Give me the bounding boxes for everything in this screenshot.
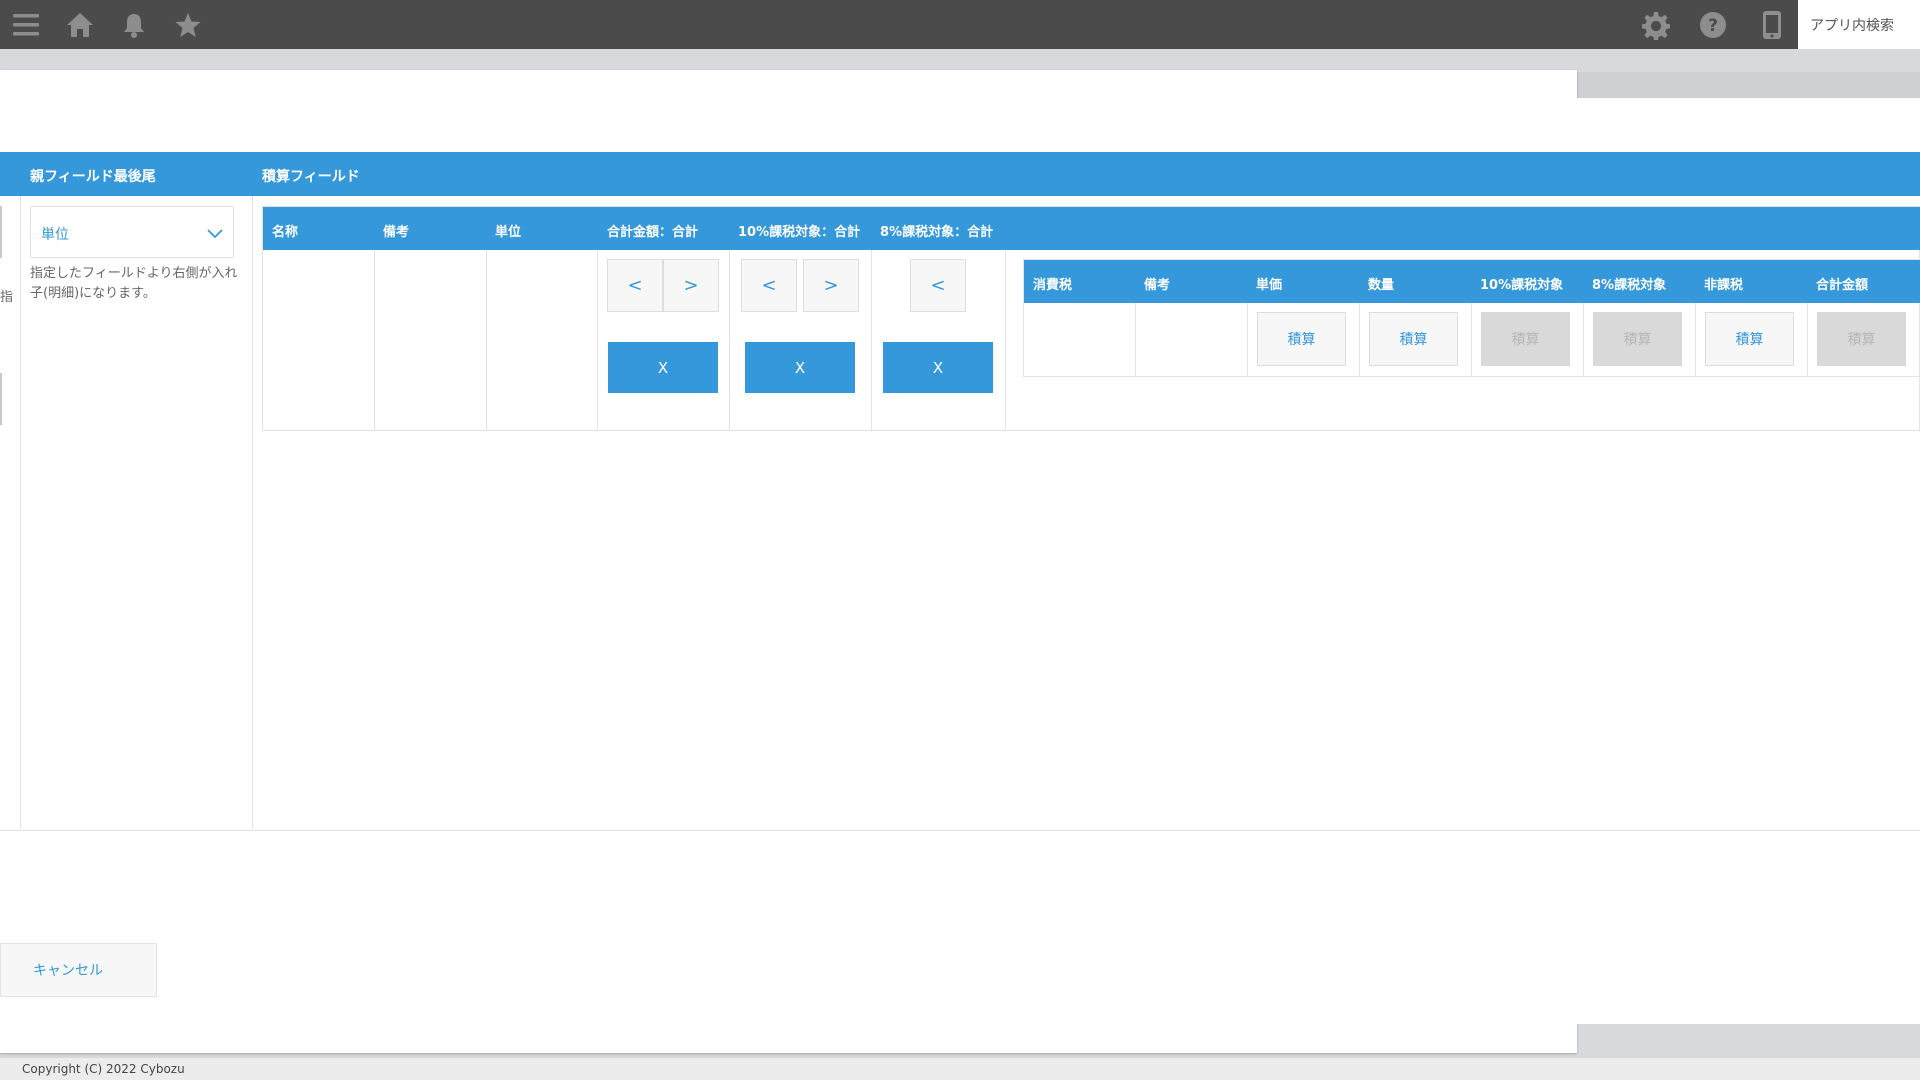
top-navigation-bar: ?	[0, 0, 1920, 49]
column-divider	[486, 250, 487, 430]
column-divider	[1807, 303, 1808, 376]
move-left-button[interactable]: <	[607, 259, 663, 312]
help-icon[interactable]: ?	[1695, 7, 1731, 43]
column-divider	[1471, 303, 1472, 376]
column-header: 備考	[1144, 278, 1171, 293]
column-header: 単価	[1256, 278, 1283, 293]
column-header: 数量	[1368, 278, 1395, 293]
column-header: 合計金額	[1816, 278, 1869, 293]
footer: Copyright (C) 2022 Cybozu	[0, 1058, 1920, 1080]
parent-field-label: 親フィールド最後尾	[30, 169, 156, 185]
gear-icon[interactable]	[1638, 7, 1674, 43]
column-header: 名称	[272, 225, 299, 240]
mobile-icon[interactable]	[1754, 7, 1790, 43]
column-divider	[374, 250, 375, 430]
bell-icon[interactable]	[116, 7, 152, 43]
table-header: 名称 備考 単位 合計金額：合計 10%課税対象：合計 8%課税対象：合計	[263, 207, 1920, 250]
cancel-button[interactable]: キャンセル	[0, 943, 157, 997]
parent-field-select[interactable]: 単位	[30, 206, 234, 258]
column-header: 単位	[495, 225, 522, 240]
section-header-bar: 親フィールド最後尾 積算フィールド	[0, 152, 1920, 196]
offscreen-text-fragment: 指	[0, 290, 14, 305]
move-left-button[interactable]: <	[741, 259, 797, 312]
offscreen-field-edge	[0, 373, 2, 425]
column-divider	[597, 250, 598, 430]
column-header: 非課税	[1704, 278, 1744, 293]
calc-button-quantity[interactable]: 積算	[1369, 312, 1458, 366]
column-divider	[1135, 303, 1136, 376]
help-text: 指定したフィールドより右側が入れ子(明細)になります。	[30, 266, 238, 301]
column-divider	[871, 250, 872, 430]
column-divider	[20, 196, 21, 830]
background-strip	[1577, 72, 1920, 98]
column-header: 合計金額：合計	[607, 225, 699, 240]
column-header: 10%課税対象：合計	[738, 225, 861, 240]
select-value: 単位	[41, 227, 69, 243]
column-header: 備考	[383, 225, 410, 240]
section-divider	[0, 830, 1920, 831]
move-left-button[interactable]: <	[910, 259, 966, 312]
column-header: 8%課税対象：合計	[880, 225, 994, 240]
move-right-button[interactable]: >	[663, 259, 719, 312]
remove-column-button[interactable]: X	[608, 342, 718, 393]
column-divider	[1359, 303, 1360, 376]
remove-column-button[interactable]: X	[883, 342, 993, 393]
column-divider	[1247, 303, 1248, 376]
calc-button-unit-price[interactable]: 積算	[1257, 312, 1346, 366]
column-divider	[1583, 303, 1584, 376]
offscreen-field-edge	[0, 206, 2, 258]
menu-icon[interactable]	[8, 7, 44, 43]
calc-button-10pct-disabled: 積算	[1481, 312, 1570, 366]
calc-button-total-disabled: 積算	[1817, 312, 1906, 366]
calc-button-non-taxable[interactable]: 積算	[1705, 312, 1794, 366]
column-header: 10%課税対象	[1480, 278, 1564, 293]
column-header: 8%課税対象	[1592, 278, 1667, 293]
nested-table-header: 消費税 備考 単価 数量 10%課税対象 8%課税対象 非課税 合計金額	[1024, 260, 1920, 303]
home-icon[interactable]	[62, 7, 98, 43]
column-divider	[1005, 250, 1006, 430]
remove-column-button[interactable]: X	[745, 342, 855, 393]
column-divider	[1695, 303, 1696, 376]
accumulation-field-label: 積算フィールド	[262, 169, 360, 185]
column-header: 消費税	[1033, 278, 1073, 293]
move-right-button[interactable]: >	[803, 259, 859, 312]
app-search-input[interactable]: アプリ内検索	[1798, 0, 1920, 49]
star-icon[interactable]	[170, 7, 206, 43]
calc-button-8pct-disabled: 積算	[1593, 312, 1682, 366]
column-divider	[729, 250, 730, 430]
svg-text:?: ?	[1708, 16, 1718, 36]
chevron-down-icon	[207, 225, 223, 244]
copyright-text: Copyright (C) 2022 Cybozu	[22, 1062, 185, 1076]
